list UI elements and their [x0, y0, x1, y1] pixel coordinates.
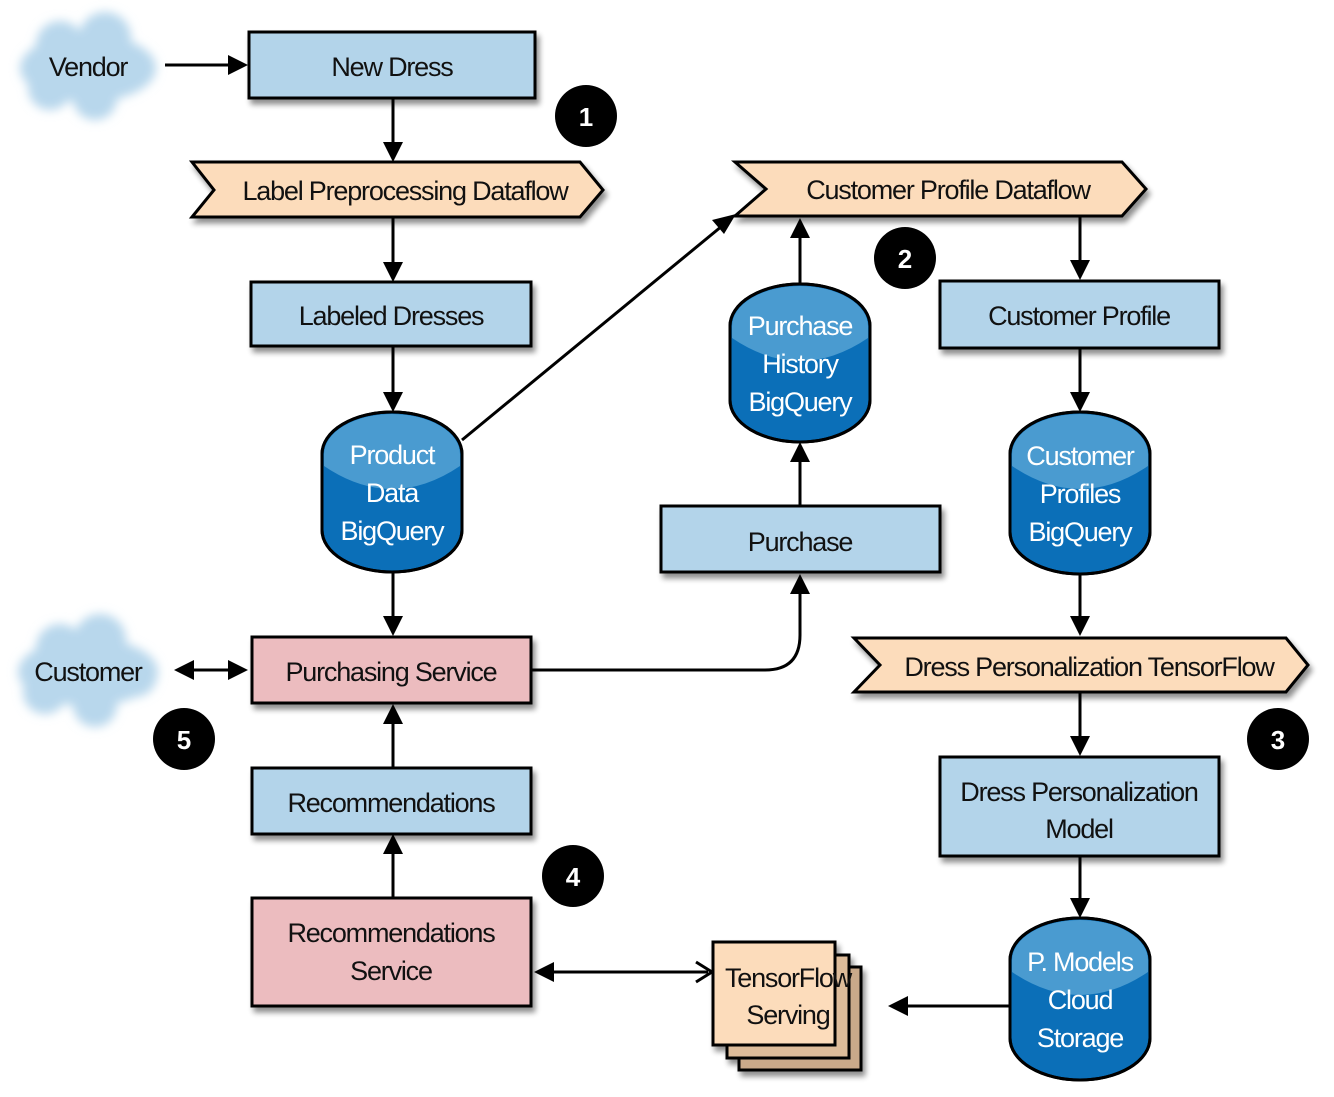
arrowhead — [790, 442, 810, 462]
badge-1: 1 — [555, 85, 617, 147]
arrowhead — [1070, 392, 1090, 412]
arrowhead — [888, 996, 908, 1016]
pipeline-diagram: Vendor Customer New Dress Labeled Dresse… — [18, 12, 1310, 1082]
arrowhead — [383, 834, 403, 854]
arrowhead — [174, 660, 194, 680]
labeled-dresses-label: Labeled Dresses — [299, 301, 484, 331]
arrowhead — [383, 392, 403, 412]
edge-purchasing-service-purchase — [532, 590, 802, 672]
arrowhead — [228, 55, 248, 75]
recommendations-service-line2: Service — [350, 956, 432, 986]
arrowhead — [1070, 736, 1090, 756]
customer-profiles-db-line1: Customer — [1026, 441, 1135, 471]
badge-3: 3 — [1247, 708, 1309, 770]
product-data-line2: Data — [366, 478, 420, 508]
arrowhead — [383, 704, 403, 724]
arrowhead — [1070, 260, 1090, 280]
dress-personalization-tensorflow-label: Dress Personalization TensorFlow — [904, 652, 1275, 682]
node-p-models-storage: P. Models Cloud Storage — [1008, 916, 1152, 1082]
arrowhead — [383, 616, 403, 636]
arrowhead — [790, 218, 810, 238]
node-product-data: Product Data BigQuery — [320, 410, 464, 574]
arrowhead — [1070, 898, 1090, 918]
p-models-storage-line1: P. Models — [1027, 947, 1133, 977]
arrowhead — [228, 660, 248, 680]
purchase-history-line1: Purchase — [748, 311, 853, 341]
recommendations-label: Recommendations — [287, 788, 495, 818]
arrowhead — [383, 142, 403, 162]
badge-3-number: 3 — [1271, 725, 1285, 755]
badge-5-number: 5 — [177, 725, 191, 755]
tensorflow-serving-line1: TensorFlow — [725, 963, 853, 993]
badge-4-number: 4 — [566, 862, 581, 892]
node-purchase-history: Purchase History BigQuery — [728, 282, 872, 444]
dress-personalization-model-line2: Model — [1045, 814, 1113, 844]
node-recommendations-service — [250, 896, 533, 1008]
purchase-history-line2: History — [762, 349, 839, 379]
customer-profile-label: Customer Profile — [988, 301, 1170, 331]
purchasing-service-label: Purchasing Service — [285, 657, 496, 687]
badge-5: 5 — [153, 708, 215, 770]
badge-2-number: 2 — [898, 244, 912, 274]
cloud-customer: Customer — [18, 614, 158, 727]
dress-personalization-model-line1: Dress Personalization — [960, 777, 1198, 807]
label-preprocessing-dataflow-label: Label Preprocessing Dataflow — [242, 176, 569, 206]
recommendations-service-line1: Recommendations — [287, 918, 495, 948]
customer-profiles-db-line3: BigQuery — [1029, 517, 1134, 547]
new-dress-label: New Dress — [331, 52, 453, 82]
cloud-vendor: Vendor — [20, 12, 156, 120]
product-data-line1: Product — [350, 440, 436, 470]
p-models-storage-line3: Storage — [1037, 1023, 1123, 1053]
customer-profiles-db-line2: Profiles — [1040, 479, 1121, 509]
node-customer-profiles-db: Customer Profiles BigQuery — [1008, 410, 1152, 576]
arrowhead — [790, 574, 810, 594]
badge-4: 4 — [542, 845, 604, 907]
purchase-history-line3: BigQuery — [749, 387, 854, 417]
cloud-customer-label: Customer — [34, 657, 143, 687]
cloud-vendor-label: Vendor — [49, 52, 129, 82]
arrowhead — [1070, 616, 1090, 636]
customer-profile-dataflow-label: Customer Profile Dataflow — [806, 175, 1091, 205]
tensorflow-serving-line2: Serving — [746, 1000, 829, 1030]
p-models-storage-line2: Cloud — [1048, 985, 1113, 1015]
badge-2: 2 — [874, 227, 936, 289]
badge-1-number: 1 — [579, 102, 593, 132]
product-data-line3: BigQuery — [341, 516, 446, 546]
arrowhead — [383, 262, 403, 282]
arrowhead — [534, 962, 554, 982]
purchase-label: Purchase — [748, 527, 853, 557]
